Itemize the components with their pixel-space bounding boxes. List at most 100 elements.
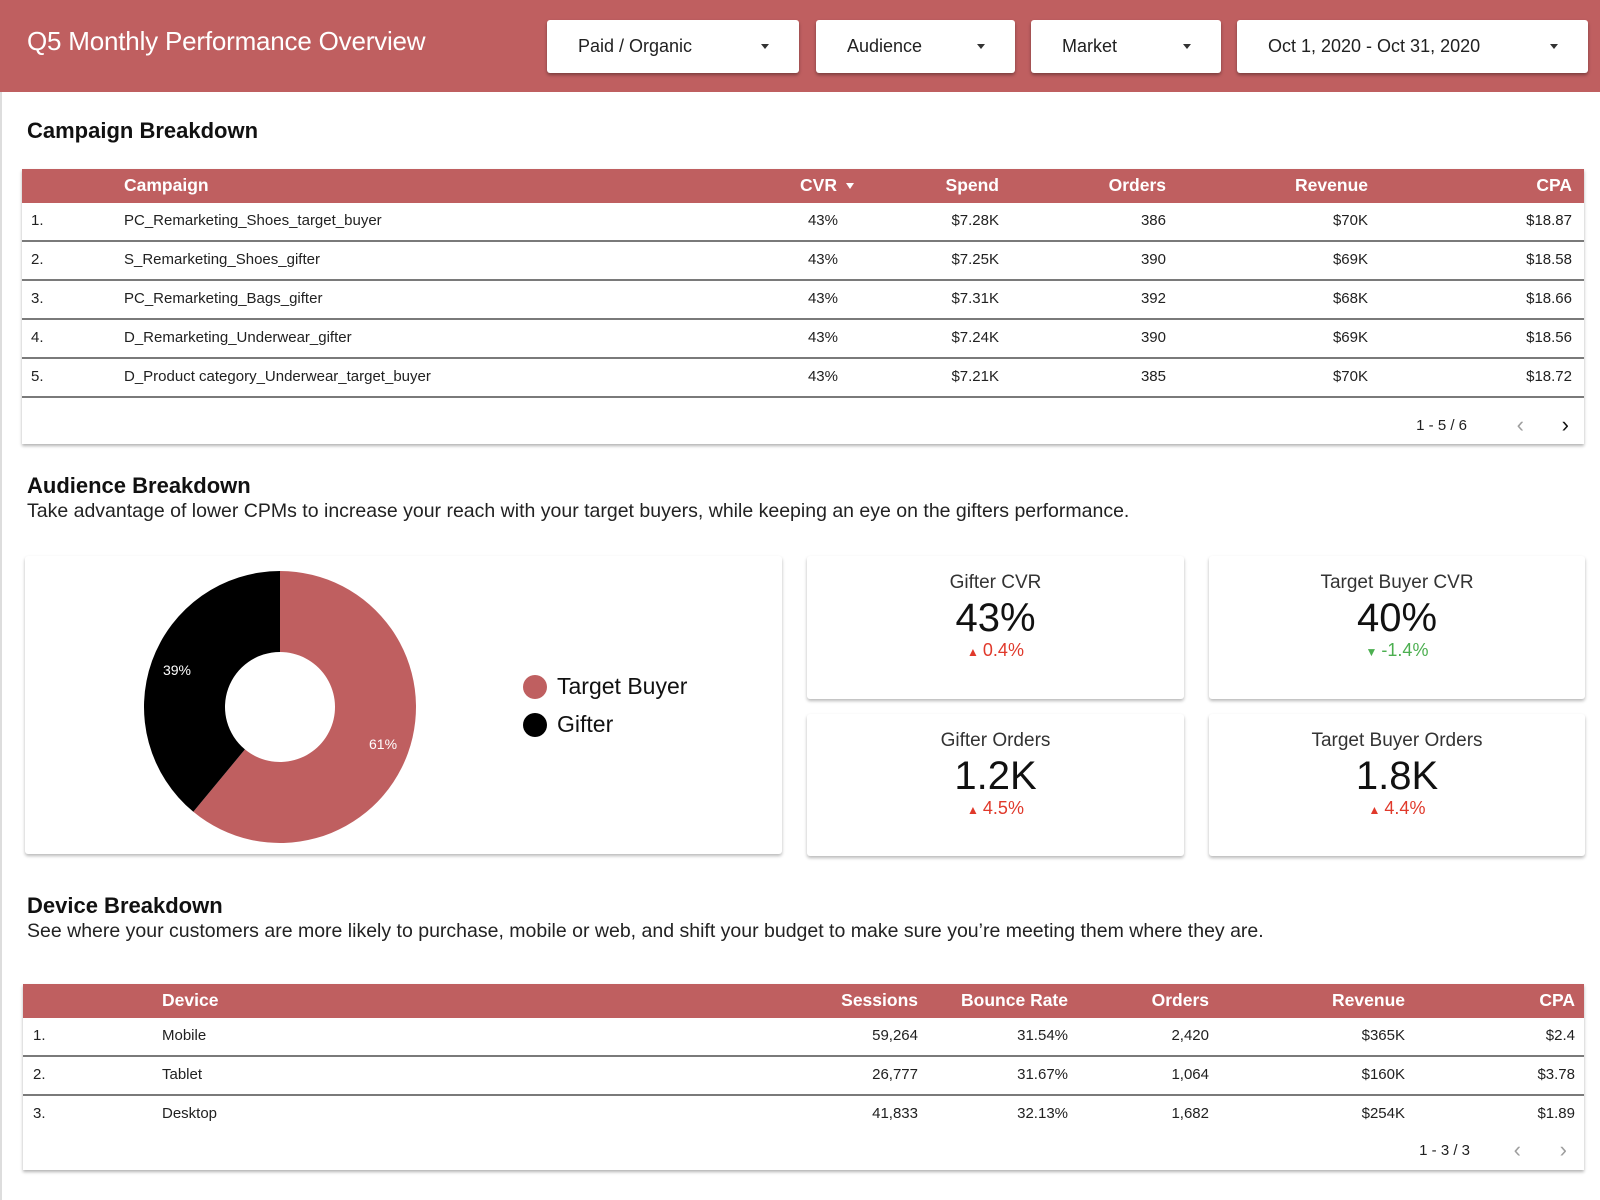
kpi-delta: ▲ 0.4%: [807, 640, 1184, 661]
cell-orders: 2,420: [1171, 1027, 1209, 1044]
row-index: 1.: [33, 1027, 46, 1044]
cell-revenue: $70K: [1332, 212, 1368, 229]
kpi-delta: ▲ 4.5%: [807, 798, 1184, 819]
pagination-label: 1 - 5 / 6: [1416, 417, 1467, 434]
audience-donut-card: 61% 39% Target Buyer Gifter: [25, 556, 782, 854]
filter-label: Paid / Organic: [578, 36, 693, 56]
cell-cvr: 43%: [807, 290, 838, 307]
next-page-icon[interactable]: ›: [1562, 414, 1569, 436]
header-bar: Q5 Monthly Performance Overview Paid / O…: [0, 0, 1600, 92]
row-index: 2.: [31, 251, 44, 268]
cell-bounce-rate: 31.67%: [1017, 1066, 1068, 1083]
column-header-cpa[interactable]: CPA: [1539, 990, 1575, 1011]
cell-cvr: 43%: [807, 368, 838, 385]
pagination-label: 1 - 3 / 3: [1419, 1142, 1470, 1159]
legend-item-target-buyer[interactable]: Target Buyer: [523, 673, 687, 700]
arrow-up-icon: ▲: [967, 803, 979, 817]
table-row[interactable]: 3. Desktop 41,833 32.13% 1,682 $254K $1.…: [23, 1096, 1584, 1135]
column-header-label: CVR: [800, 175, 837, 195]
kpi-label: Target Buyer Orders: [1311, 730, 1483, 751]
column-header-spend[interactable]: Spend: [946, 175, 999, 196]
cell-cpa: $18.58: [1526, 251, 1572, 268]
table-row[interactable]: 4. D_Remarketing_Underwear_gifter 43% $7…: [22, 320, 1584, 359]
kpi-label: Gifter Orders: [940, 730, 1051, 751]
filter-date-range[interactable]: Oct 1, 2020 - Oct 31, 2020: [1237, 20, 1588, 73]
cell-campaign: S_Remarketing_Shoes_gifter: [124, 251, 320, 268]
row-index: 5.: [31, 368, 44, 385]
cell-bounce-rate: 32.13%: [1017, 1105, 1068, 1122]
cell-cvr: 43%: [807, 212, 838, 229]
cell-revenue: $160K: [1361, 1066, 1405, 1083]
cell-spend: $7.31K: [951, 290, 999, 307]
table-header: Device Sessions Bounce Rate Orders Reven…: [23, 984, 1584, 1018]
cell-orders: 1,682: [1171, 1105, 1209, 1122]
caret-down-icon: [761, 44, 769, 49]
cell-cpa: $1.89: [1537, 1105, 1575, 1122]
table-row[interactable]: 5. D_Product category_Underwear_target_b…: [22, 359, 1584, 398]
sort-descending-icon: [846, 183, 854, 190]
cell-revenue: $70K: [1332, 368, 1368, 385]
previous-page-icon[interactable]: ‹: [1514, 1139, 1521, 1161]
cell-cpa: $2.4: [1545, 1027, 1575, 1044]
kpi-card-gifter-orders: Gifter Orders 1.2K ▲ 4.5%: [807, 714, 1184, 856]
kpi-label: Target Buyer CVR: [1320, 572, 1474, 593]
cell-spend: $7.28K: [951, 212, 999, 229]
cell-campaign: D_Product category_Underwear_target_buye…: [124, 368, 431, 385]
column-header-campaign[interactable]: Campaign: [124, 175, 209, 196]
kpi-value: 1.8K: [1355, 754, 1439, 798]
table-row[interactable]: 2. Tablet 26,777 31.67% 1,064 $160K $3.7…: [23, 1057, 1584, 1096]
column-header-orders[interactable]: Orders: [1109, 175, 1166, 196]
row-index: 2.: [33, 1066, 46, 1083]
cell-spend: $7.21K: [951, 368, 999, 385]
legend-swatch: [523, 674, 547, 699]
cell-campaign: PC_Remarketing_Bags_gifter: [124, 290, 323, 307]
filter-audience[interactable]: Audience: [816, 20, 1015, 73]
kpi-delta-value: 0.4%: [982, 640, 1024, 660]
cell-device: Tablet: [162, 1066, 203, 1083]
cell-orders: 386: [1140, 212, 1166, 229]
column-header-device[interactable]: Device: [162, 990, 218, 1011]
table-row[interactable]: 1. Mobile 59,264 31.54% 2,420 $365K $2.4: [23, 1018, 1584, 1057]
column-header-cpa[interactable]: CPA: [1536, 175, 1572, 196]
table-row[interactable]: 3. PC_Remarketing_Bags_gifter 43% $7.31K…: [22, 281, 1584, 320]
cell-cpa: $3.78: [1537, 1066, 1575, 1083]
previous-page-icon[interactable]: ‹: [1517, 414, 1524, 436]
kpi-delta-value: 4.5%: [982, 798, 1024, 818]
row-index: 3.: [31, 290, 44, 307]
column-header-orders[interactable]: Orders: [1152, 990, 1209, 1011]
caret-down-icon: [1550, 44, 1558, 49]
row-index: 1.: [31, 212, 44, 229]
cell-revenue: $254K: [1361, 1105, 1405, 1122]
kpi-card-target-buyer-cvr: Target Buyer CVR 40% ▼ -1.4%: [1209, 556, 1585, 699]
kpi-value: 40%: [1356, 596, 1438, 640]
column-header-cvr[interactable]: CVR: [800, 175, 854, 196]
cell-revenue: $68K: [1332, 290, 1368, 307]
campaign-section-title: Campaign Breakdown: [27, 118, 259, 143]
device-section-title: Device Breakdown: [27, 893, 223, 918]
filter-paid-organic[interactable]: Paid / Organic: [547, 20, 799, 73]
filter-market[interactable]: Market: [1031, 20, 1221, 73]
column-header-revenue[interactable]: Revenue: [1332, 990, 1405, 1011]
filter-label: Market: [1062, 36, 1118, 56]
donut-slice-label: 39%: [163, 662, 191, 678]
legend-label: Gifter: [557, 711, 614, 737]
cell-orders: 1,064: [1171, 1066, 1209, 1083]
next-page-icon[interactable]: ›: [1560, 1139, 1567, 1161]
cell-sessions: 41,833: [872, 1105, 918, 1122]
table-row[interactable]: 2. S_Remarketing_Shoes_gifter 43% $7.25K…: [22, 242, 1584, 281]
column-header-sessions[interactable]: Sessions: [841, 990, 918, 1011]
cell-orders: 385: [1140, 368, 1166, 385]
caret-down-icon: [977, 44, 985, 49]
cell-cvr: 43%: [807, 329, 838, 346]
kpi-value: 1.2K: [954, 754, 1037, 798]
campaign-table: Campaign CVR Spend Orders Revenue CPA 1.…: [22, 169, 1584, 444]
column-header-bounce-rate[interactable]: Bounce Rate: [961, 990, 1068, 1011]
cell-orders: 390: [1140, 329, 1166, 346]
arrow-up-icon: ▲: [1368, 803, 1381, 817]
column-header-revenue[interactable]: Revenue: [1295, 175, 1368, 196]
cell-orders: 390: [1140, 251, 1166, 268]
table-row[interactable]: 1. PC_Remarketing_Shoes_target_buyer 43%…: [22, 203, 1584, 242]
page-edge: [0, 0, 2, 1200]
legend-item-gifter[interactable]: Gifter: [523, 711, 613, 738]
cell-revenue: $69K: [1332, 329, 1368, 346]
